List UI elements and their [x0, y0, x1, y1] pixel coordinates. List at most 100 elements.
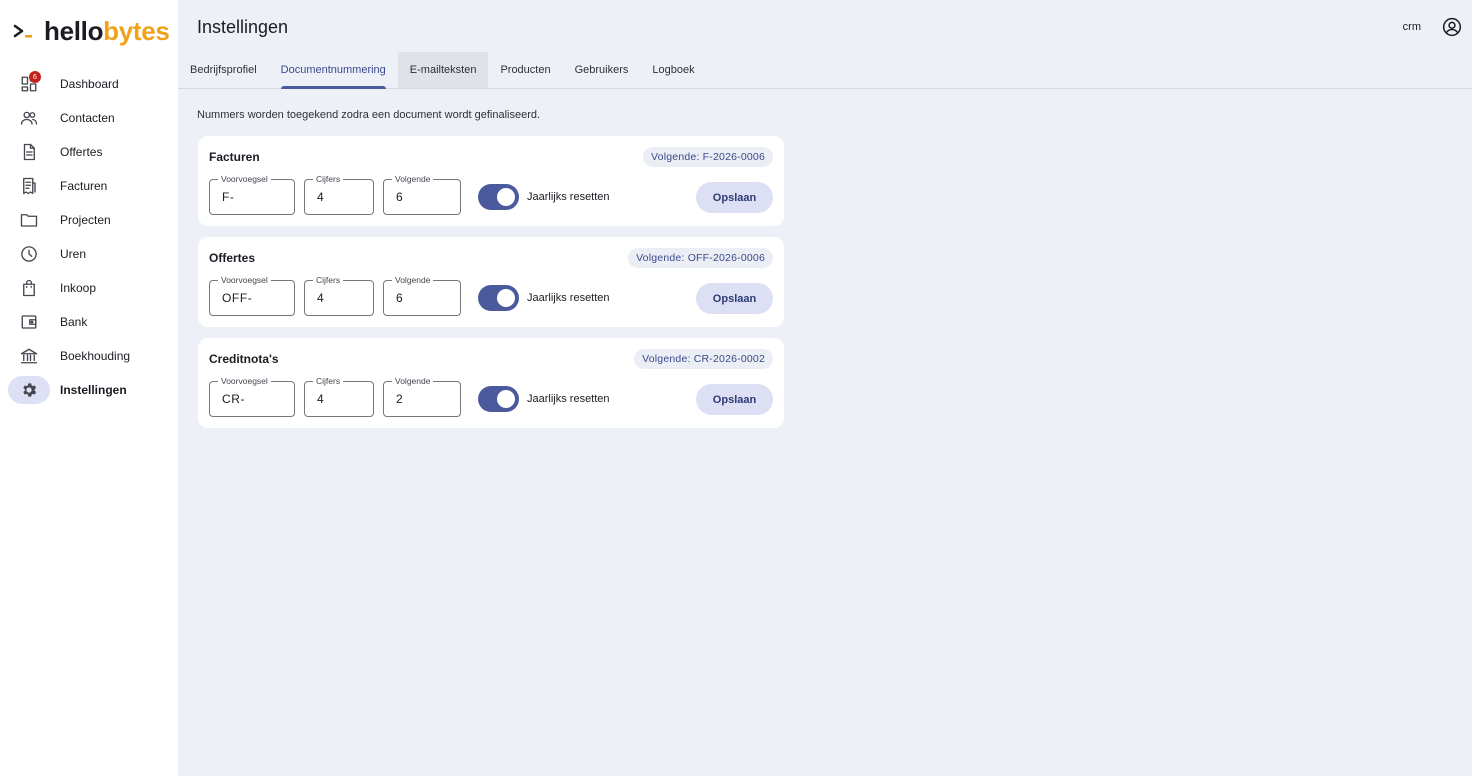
save-button[interactable]: Opslaan: [696, 283, 773, 314]
yearly-reset-toggle[interactable]: [478, 386, 519, 412]
save-button[interactable]: Opslaan: [696, 182, 773, 213]
clock-icon: [8, 240, 50, 268]
card-title: Creditnota's: [209, 352, 279, 366]
sidebar-item-projecten[interactable]: Projecten: [0, 203, 178, 237]
receipt-icon: [8, 172, 50, 200]
sidebar-item-label: Dashboard: [60, 77, 119, 91]
tab-label: Documentnummering: [280, 64, 386, 76]
tab-label: Bedrijfsprofiel: [190, 64, 257, 76]
tab-label: Gebruikers: [574, 64, 629, 76]
prefix-field[interactable]: Voorvoegsel F-: [209, 173, 295, 215]
tab-bedrijfsprofiel[interactable]: Bedrijfsprofiel: [178, 52, 269, 88]
yearly-reset-toggle[interactable]: [478, 184, 519, 210]
tab-label: E-mailteksten: [409, 64, 477, 76]
sidebar-item-label: Offertes: [60, 145, 103, 159]
sidebar: hellobytes 6 Dashboard Contacten Offerte…: [0, 0, 178, 776]
next-number-field[interactable]: Volgende 6: [383, 173, 461, 215]
sidebar-item-bank[interactable]: Bank: [0, 305, 178, 339]
next-number-preview: Volgende: CR-2026-0002: [634, 349, 773, 369]
field-value: OFF-: [222, 291, 253, 305]
bank-icon: [8, 342, 50, 370]
numbering-card-facturen: Facturen Volgende: F-2026-0006 Voorvoegs…: [198, 136, 784, 226]
sidebar-item-label: Boekhouding: [60, 349, 131, 363]
toggle-knob: [497, 390, 515, 408]
sidebar-item-contacten[interactable]: Contacten: [0, 101, 178, 135]
toggle-knob: [497, 289, 515, 307]
logo-text: hellobytes: [44, 16, 170, 47]
sidebar-item-boekhouding[interactable]: Boekhouding: [0, 339, 178, 373]
field-label: Volgende: [392, 173, 434, 185]
sidebar-nav: 6 Dashboard Contacten Offertes Facturen: [0, 67, 178, 407]
field-label: Voorvoegsel: [218, 173, 271, 185]
sidebar-item-label: Inkoop: [60, 281, 97, 295]
card-title: Offertes: [209, 251, 256, 265]
sidebar-item-label: Contacten: [60, 111, 115, 125]
field-value: 4: [317, 392, 325, 406]
field-label: Voorvoegsel: [218, 375, 271, 387]
sidebar-item-instellingen[interactable]: Instellingen: [0, 373, 178, 407]
active-tab-indicator: [280, 86, 386, 89]
prefix-field[interactable]: Voorvoegsel CR-: [209, 375, 295, 417]
logo-hello: hello: [44, 15, 104, 46]
field-label: Volgende: [392, 274, 434, 286]
sidebar-item-facturen[interactable]: Facturen: [0, 169, 178, 203]
wallet-icon: [8, 308, 50, 336]
field-value: 4: [317, 190, 325, 204]
tab-logboek[interactable]: Logboek: [640, 52, 706, 88]
field-label: Voorvoegsel: [218, 274, 271, 286]
tab-label: Producten: [500, 64, 551, 76]
numbering-card-offertes: Offertes Volgende: OFF-2026-0006 Voorvoe…: [198, 237, 784, 327]
digits-field[interactable]: Cijfers 4: [304, 173, 374, 215]
field-label: Volgende: [392, 375, 434, 387]
next-number-field[interactable]: Volgende 2: [383, 375, 461, 417]
field-value: 2: [396, 392, 404, 406]
intro-text: Nummers worden toegekend zodra een docum…: [197, 109, 541, 121]
tab-label: Logboek: [652, 64, 695, 76]
yearly-reset-label: Jaarlijks resetten: [527, 393, 610, 405]
field-value: F-: [222, 190, 235, 204]
yearly-reset-label: Jaarlijks resetten: [527, 292, 610, 304]
sidebar-item-uren[interactable]: Uren: [0, 237, 178, 271]
tab-documentnummering[interactable]: Documentnummering: [269, 52, 398, 89]
card-title: Facturen: [209, 150, 260, 164]
toggle-knob: [497, 188, 515, 206]
user-name[interactable]: crm: [1403, 21, 1421, 33]
next-number-preview: Volgende: F-2026-0006: [643, 147, 773, 167]
tab-e-mailteksten[interactable]: E-mailteksten: [397, 52, 489, 88]
field-value: CR-: [222, 392, 246, 406]
field-value: 6: [396, 190, 404, 204]
sidebar-item-offertes[interactable]: Offertes: [0, 135, 178, 169]
document-icon: [8, 138, 50, 166]
tab-gebruikers[interactable]: Gebruikers: [563, 52, 641, 88]
sidebar-item-inkoop[interactable]: Inkoop: [0, 271, 178, 305]
account-circle-icon[interactable]: [1442, 17, 1462, 37]
field-label: Cijfers: [313, 173, 344, 185]
shopping-bag-icon: [8, 274, 50, 302]
folder-icon: [8, 206, 50, 234]
tab-producten[interactable]: Producten: [488, 52, 562, 88]
digits-field[interactable]: Cijfers 4: [304, 375, 374, 417]
field-label: Cijfers: [313, 375, 344, 387]
notification-badge: 6: [29, 71, 41, 83]
yearly-reset-toggle[interactable]: [478, 285, 519, 311]
sidebar-item-label: Uren: [60, 247, 87, 261]
numbering-card-creditnotas: Creditnota's Volgende: CR-2026-0002 Voor…: [198, 338, 784, 428]
sidebar-item-dashboard[interactable]: 6 Dashboard: [0, 67, 178, 101]
page-title: Instellingen: [197, 17, 289, 37]
field-value: 4: [317, 291, 325, 305]
next-number-field[interactable]: Volgende 6: [383, 274, 461, 316]
settings-tabs: Bedrijfsprofiel Documentnummering E-mail…: [178, 52, 1472, 89]
digits-field[interactable]: Cijfers 4: [304, 274, 374, 316]
prefix-field[interactable]: Voorvoegsel OFF-: [209, 274, 295, 316]
logo[interactable]: hellobytes: [12, 14, 170, 48]
logo-bytes: bytes: [103, 15, 170, 46]
field-value: 6: [396, 291, 404, 305]
field-label: Cijfers: [313, 274, 344, 286]
people-icon: [8, 104, 50, 132]
save-button[interactable]: Opslaan: [696, 384, 773, 415]
yearly-reset-label: Jaarlijks resetten: [527, 191, 610, 203]
sidebar-item-label: Instellingen: [60, 383, 127, 397]
sidebar-item-label: Bank: [60, 315, 88, 329]
sidebar-item-label: Facturen: [60, 179, 108, 193]
next-number-preview: Volgende: OFF-2026-0006: [628, 248, 773, 268]
